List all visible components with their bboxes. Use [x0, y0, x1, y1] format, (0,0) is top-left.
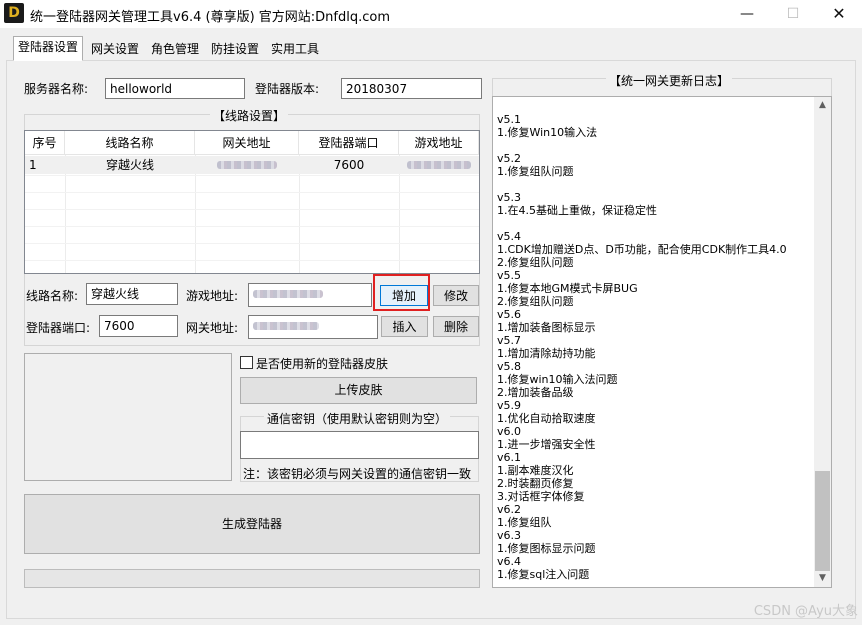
redacted-game-address — [407, 161, 471, 169]
tab-launcher-settings[interactable]: 登陆器设置 — [13, 36, 84, 61]
maximize-button[interactable]: ☐ — [770, 0, 816, 28]
secret-key-title: 通信密钥（使用默认密钥则为空） — [264, 410, 451, 427]
use-new-skin-label: 是否使用新的登陆器皮肤 — [256, 357, 389, 371]
update-log-textarea[interactable]: v5.1 1.修复Win10输入法 v5.2 1.修复组队问题 v5.3 1.在… — [492, 96, 832, 588]
launcher-version-label: 登陆器版本: — [255, 82, 320, 96]
column-header-route-name[interactable]: 线路名称 — [65, 131, 195, 155]
table-row[interactable]: 1 穿越火线 7600 — [25, 156, 479, 174]
window-title: 统一登陆器网关管理工具v6.4 (尊享版) 官方网站:Dnfdlq.com — [30, 10, 390, 25]
insert-button[interactable]: 插入 — [381, 316, 428, 337]
update-log-content: v5.1 1.修复Win10输入法 v5.2 1.修复组队问题 v5.3 1.在… — [497, 113, 787, 581]
launcher-version-input[interactable]: 20180307 — [341, 78, 482, 99]
watermark: CSDN @Ayu大象 — [753, 604, 858, 619]
launcher-port-label: 登陆器端口: — [26, 321, 91, 335]
redacted-game-address-input — [253, 290, 323, 298]
route-name-label: 线路名称: — [26, 289, 79, 303]
close-button[interactable]: ✕ — [816, 0, 862, 28]
update-log-scrollbar[interactable]: ▲ ▼ — [814, 97, 831, 587]
tab-gateway-settings[interactable]: 网关设置 — [86, 38, 144, 60]
gateway-address-label: 网关地址: — [186, 321, 239, 335]
tab-anti-cheat[interactable]: 防挂设置 — [206, 38, 264, 60]
secret-key-input[interactable] — [240, 431, 479, 459]
tab-utilities[interactable]: 实用工具 — [266, 38, 324, 60]
game-address-input[interactable] — [248, 283, 372, 307]
row-port: 7600 — [333, 158, 365, 172]
scroll-down-icon[interactable]: ▼ — [814, 570, 831, 587]
column-header-index[interactable]: 序号 — [25, 131, 65, 155]
row-index: 1 — [29, 158, 37, 172]
scroll-thumb[interactable] — [815, 471, 830, 571]
route-name-input[interactable]: 穿越火线 — [86, 283, 178, 305]
generate-launcher-button[interactable]: 生成登陆器 — [24, 494, 480, 554]
row-route-name: 穿越火线 — [105, 158, 154, 172]
row-gateway — [195, 156, 299, 174]
app-logo-icon: D — [4, 3, 24, 23]
column-header-game-address[interactable]: 游戏地址 — [399, 131, 479, 155]
column-header-port[interactable]: 登陆器端口 — [299, 131, 399, 155]
secret-key-note: 注：该密钥必须与网关设置的通信密钥一致 — [243, 467, 472, 481]
redacted-gateway-input — [253, 322, 319, 330]
column-header-gateway[interactable]: 网关地址 — [195, 131, 299, 155]
redacted-gateway — [217, 161, 277, 169]
server-name-input[interactable]: helloworld — [105, 78, 245, 99]
launcher-port-input[interactable]: 7600 — [99, 315, 178, 337]
gateway-address-input[interactable] — [248, 315, 378, 339]
route-list[interactable]: 序号 线路名称 网关地址 登陆器端口 游戏地址 1 穿越火线 7600 — [24, 130, 480, 274]
skin-preview — [24, 353, 232, 481]
row-game-address — [399, 156, 479, 174]
highlight-box — [373, 274, 430, 311]
minimize-button[interactable]: — — [724, 0, 770, 28]
update-log-title: 【统一网关更新日志】 — [606, 72, 733, 89]
route-settings-title: 【线路设置】 — [210, 107, 289, 124]
game-address-label: 游戏地址: — [186, 289, 239, 303]
tab-role-management[interactable]: 角色管理 — [146, 38, 204, 60]
delete-button[interactable]: 删除 — [433, 316, 479, 337]
server-name-label: 服务器名称: — [24, 82, 89, 96]
upload-skin-button[interactable]: 上传皮肤 — [240, 377, 477, 404]
progress-bar — [24, 569, 480, 588]
edit-button[interactable]: 修改 — [433, 285, 479, 306]
use-new-skin-checkbox[interactable] — [240, 356, 253, 369]
scroll-up-icon[interactable]: ▲ — [814, 97, 831, 114]
